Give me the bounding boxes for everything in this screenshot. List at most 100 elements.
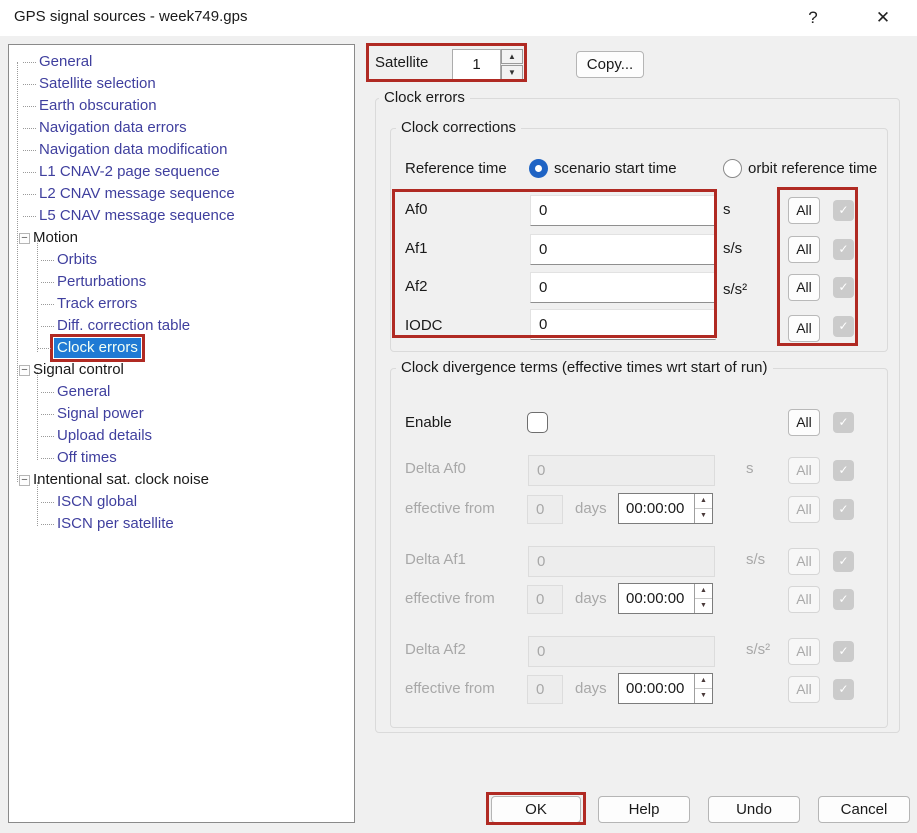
delta-af0-label: Delta Af0 <box>405 460 466 477</box>
tree-item-intentional-sat-clock-noise[interactable]: Intentional sat. clock noise <box>33 470 209 490</box>
copy-button[interactable]: Copy... <box>576 51 644 78</box>
cancel-button[interactable]: Cancel <box>818 796 910 823</box>
spinner-down-icon[interactable]: ▼ <box>695 599 712 613</box>
effective-af1-all-button[interactable]: All <box>788 586 820 613</box>
delta-af2-all-button[interactable]: All <box>788 638 820 665</box>
delta-af0-checkbox-check-icon[interactable]: ✓ <box>833 460 854 481</box>
tree-item-general[interactable]: General <box>39 52 92 72</box>
enable-all-button[interactable]: All <box>788 409 820 436</box>
effective-af1-checkbox-check-icon[interactable]: ✓ <box>833 589 854 610</box>
af0-label: Af0 <box>405 201 428 218</box>
spinner-up-icon[interactable]: ▲ <box>695 494 712 509</box>
collapse-icon[interactable]: − <box>19 365 30 376</box>
delta-af0-all-button[interactable]: All <box>788 457 820 484</box>
help-button[interactable]: Help <box>598 796 690 823</box>
radio-scenario-start-time-label[interactable]: scenario start time <box>554 160 677 177</box>
af0-checkbox-check-icon[interactable]: ✓ <box>833 200 854 221</box>
tree-item-upload-details[interactable]: Upload details <box>57 426 152 446</box>
tree-item-iscn-global[interactable]: ISCN global <box>57 492 137 512</box>
collapse-icon[interactable]: − <box>19 475 30 486</box>
tree-item-iscn-per-satellite[interactable]: ISCN per satellite <box>57 514 174 534</box>
delta-af0-unit: s <box>746 460 754 477</box>
iodc-field[interactable]: 0 <box>530 309 716 340</box>
tree-item-diff-correction-table[interactable]: Diff. correction table <box>57 316 190 336</box>
tree-item-off-times[interactable]: Off times <box>57 448 117 468</box>
delta-af1-days-field: 0 <box>527 585 563 614</box>
close-icon[interactable]: ✕ <box>866 5 900 31</box>
tree-item-track-errors[interactable]: Track errors <box>57 294 137 314</box>
delta-af2-time-value[interactable]: 00:00:00 <box>619 674 694 703</box>
tree-item-satellite-selection[interactable]: Satellite selection <box>39 74 156 94</box>
radio-orbit-reference-time[interactable] <box>723 159 742 178</box>
spinner-down-icon[interactable]: ▼ <box>501 65 523 80</box>
delta-af2-time-spinner[interactable]: 00:00:00 ▲▼ <box>618 673 713 704</box>
af0-all-button[interactable]: All <box>788 197 820 224</box>
delta-af0-time-value[interactable]: 00:00:00 <box>619 494 694 523</box>
delta-af0-time-spinner[interactable]: 00:00:00 ▲▼ <box>618 493 713 524</box>
tree-item-clock-errors[interactable]: Clock errors <box>54 338 141 358</box>
tree-guide-line <box>37 372 38 460</box>
iodc-label: IODC <box>405 317 443 334</box>
effective-af2-checkbox-check-icon[interactable]: ✓ <box>833 679 854 700</box>
spinner-down-icon[interactable]: ▼ <box>695 689 712 703</box>
effective-from-label: effective from <box>405 680 495 697</box>
tree-item-motion[interactable]: Motion <box>33 228 78 248</box>
delta-af2-days-field: 0 <box>527 675 563 704</box>
spinner-up-icon[interactable]: ▲ <box>695 674 712 689</box>
delta-af0-days-field: 0 <box>527 495 563 524</box>
iodc-checkbox-check-icon[interactable]: ✓ <box>833 316 854 337</box>
spinner-up-icon[interactable]: ▲ <box>501 49 523 64</box>
spinner-down-icon[interactable]: ▼ <box>695 509 712 523</box>
af2-label: Af2 <box>405 278 428 295</box>
collapse-icon[interactable]: − <box>19 233 30 244</box>
delta-af1-checkbox-check-icon[interactable]: ✓ <box>833 551 854 572</box>
delta-af1-time-spinner[interactable]: 00:00:00 ▲▼ <box>618 583 713 614</box>
title-bar: GPS signal sources - week749.gps ? ✕ <box>0 0 917 36</box>
af2-all-button[interactable]: All <box>788 274 820 301</box>
tree-item-signal-control[interactable]: Signal control <box>33 360 124 380</box>
tree-item-navigation-data-errors[interactable]: Navigation data errors <box>39 118 187 138</box>
tree-item-orbits[interactable]: Orbits <box>57 250 97 270</box>
enable-label: Enable <box>405 414 452 431</box>
tree-item-signal-general[interactable]: General <box>57 382 110 402</box>
satellite-spinner-value[interactable]: 1 <box>452 49 501 80</box>
effective-af0-checkbox-check-icon[interactable]: ✓ <box>833 499 854 520</box>
time-spinner-arrows[interactable]: ▲▼ <box>694 494 712 523</box>
effective-af2-all-button[interactable]: All <box>788 676 820 703</box>
delta-af2-unit: s/s² <box>746 641 770 658</box>
af0-unit: s <box>723 201 731 218</box>
spinner-up-icon[interactable]: ▲ <box>695 584 712 599</box>
undo-button[interactable]: Undo <box>708 796 800 823</box>
delta-af1-time-value[interactable]: 00:00:00 <box>619 584 694 613</box>
enable-checkbox[interactable] <box>527 412 548 433</box>
ok-button[interactable]: OK <box>491 796 581 823</box>
enable-checkbox-check-icon[interactable]: ✓ <box>833 412 854 433</box>
tree-item-l2-cnav-message-sequence[interactable]: L2 CNAV message sequence <box>39 184 235 204</box>
time-spinner-arrows[interactable]: ▲▼ <box>694 674 712 703</box>
tree-item-l5-cnav-message-sequence[interactable]: L5 CNAV message sequence <box>39 206 235 226</box>
help-icon[interactable]: ? <box>796 5 830 31</box>
tree-item-signal-power[interactable]: Signal power <box>57 404 144 424</box>
af1-checkbox-check-icon[interactable]: ✓ <box>833 239 854 260</box>
delta-af1-label: Delta Af1 <box>405 551 466 568</box>
tree-guide-line <box>17 62 18 482</box>
tree-item-earth-obscuration[interactable]: Earth obscuration <box>39 96 157 116</box>
af2-field[interactable]: 0 <box>530 272 716 303</box>
delta-af1-all-button[interactable]: All <box>788 548 820 575</box>
af2-checkbox-check-icon[interactable]: ✓ <box>833 277 854 298</box>
iodc-all-button[interactable]: All <box>788 315 820 342</box>
af0-field[interactable]: 0 <box>530 195 716 226</box>
radio-orbit-reference-time-label[interactable]: orbit reference time <box>748 160 877 177</box>
tree-guide-line <box>37 240 38 352</box>
effective-af0-all-button[interactable]: All <box>788 496 820 523</box>
af1-all-button[interactable]: All <box>788 236 820 263</box>
tree-item-navigation-data-modification[interactable]: Navigation data modification <box>39 140 227 160</box>
delta-af2-checkbox-check-icon[interactable]: ✓ <box>833 641 854 662</box>
effective-from-label: effective from <box>405 500 495 517</box>
af1-field[interactable]: 0 <box>530 234 716 265</box>
time-spinner-arrows[interactable]: ▲▼ <box>694 584 712 613</box>
radio-scenario-start-time[interactable] <box>529 159 548 178</box>
tree-item-perturbations[interactable]: Perturbations <box>57 272 146 292</box>
days-label: days <box>575 680 607 697</box>
tree-item-l1-cnav2-page-sequence[interactable]: L1 CNAV-2 page sequence <box>39 162 220 182</box>
